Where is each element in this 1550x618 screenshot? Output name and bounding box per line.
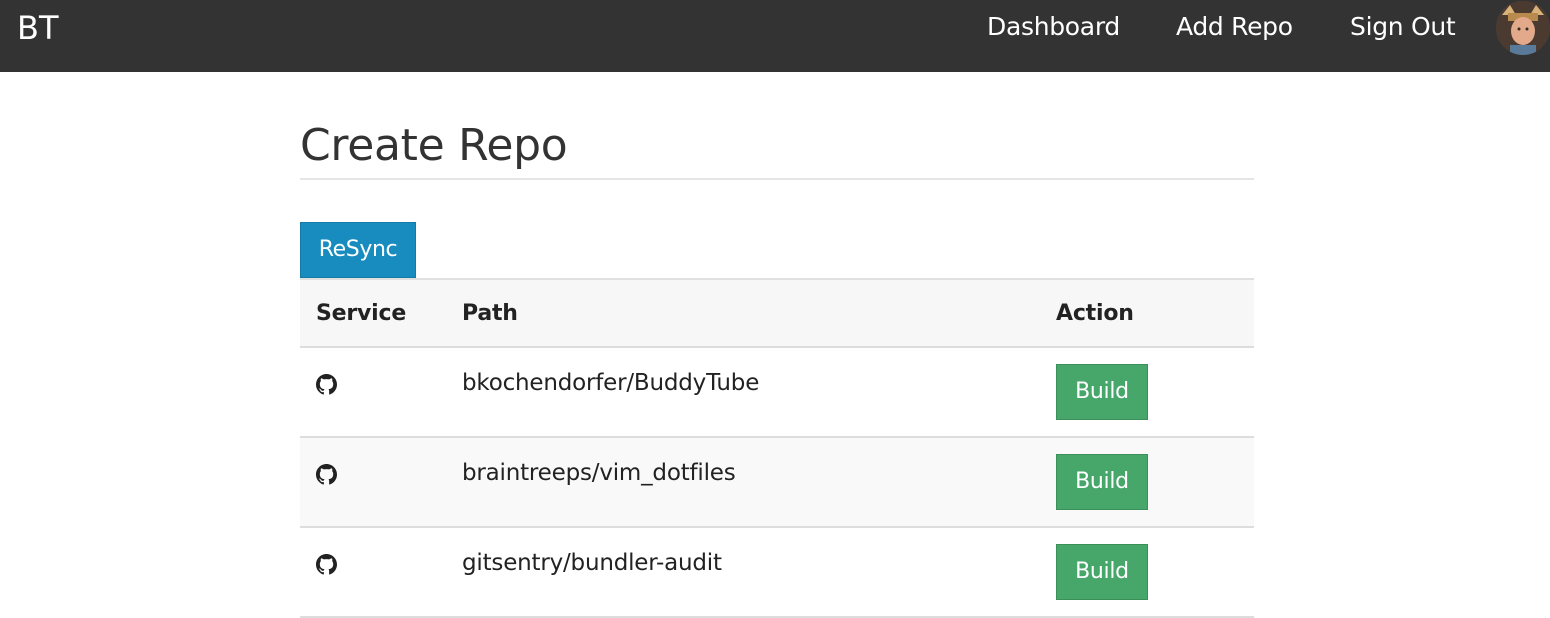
table-row: bkochendorfer/BuddyTube Build bbox=[300, 347, 1254, 437]
github-icon bbox=[316, 554, 337, 575]
table-header-row: Service Path Action bbox=[300, 279, 1254, 347]
action-cell: Build bbox=[1040, 437, 1254, 527]
build-button[interactable]: Build bbox=[1056, 544, 1148, 600]
top-navbar: BT Dashboard Add Repo Sign Out bbox=[0, 0, 1550, 72]
repo-path: bkochendorfer/BuddyTube bbox=[462, 370, 760, 396]
column-header-service: Service bbox=[316, 301, 407, 326]
title-divider bbox=[300, 178, 1254, 180]
resync-button[interactable]: ReSync bbox=[300, 222, 416, 278]
repo-path: gitsentry/bundler-audit bbox=[462, 550, 722, 576]
build-button[interactable]: Build bbox=[1056, 364, 1148, 420]
nav-dashboard-link[interactable]: Dashboard bbox=[987, 12, 1120, 42]
service-cell bbox=[300, 437, 446, 527]
page-title: Create Repo bbox=[300, 120, 568, 171]
brand-logo[interactable]: BT bbox=[17, 8, 59, 48]
column-header-action: Action bbox=[1056, 301, 1134, 326]
service-cell bbox=[300, 347, 446, 437]
github-icon bbox=[316, 464, 337, 485]
github-icon bbox=[316, 374, 337, 395]
repo-path: braintreeps/vim_dotfiles bbox=[462, 460, 736, 486]
action-cell: Build bbox=[1040, 347, 1254, 437]
nav-sign-out-link[interactable]: Sign Out bbox=[1350, 12, 1456, 42]
nav-add-repo-link[interactable]: Add Repo bbox=[1176, 12, 1293, 42]
user-avatar[interactable] bbox=[1496, 1, 1550, 55]
table-row: gitsentry/bundler-audit Build bbox=[300, 527, 1254, 617]
table-row: braintreeps/vim_dotfiles Build bbox=[300, 437, 1254, 527]
build-button[interactable]: Build bbox=[1056, 454, 1148, 510]
service-cell bbox=[300, 527, 446, 617]
column-header-path: Path bbox=[462, 301, 518, 326]
action-cell: Build bbox=[1040, 527, 1254, 617]
repo-table: Service Path Action bkochendorfer/BuddyT… bbox=[300, 278, 1254, 618]
